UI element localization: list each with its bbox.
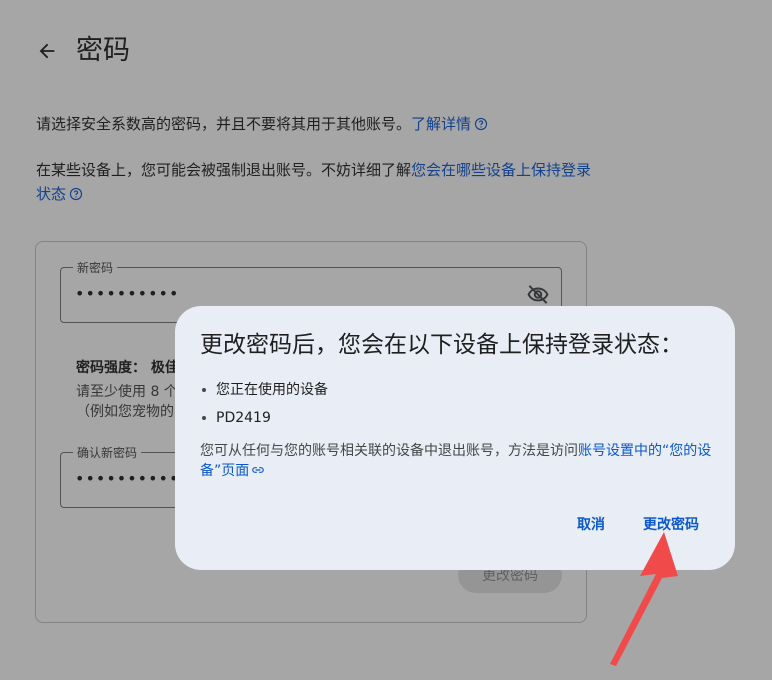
dialog-note-text: 您可从任何与您的账号相关联的设备中退出账号，方法是访问 xyxy=(200,443,578,459)
dialog-title: 更改密码后，您会在以下设备上保持登录状态： xyxy=(200,332,683,358)
external-link-icon xyxy=(252,467,265,473)
dialog-note: 您可从任何与您的账号相关联的设备中退出账号，方法是访问账号设置中的“您的设备”页… xyxy=(200,441,715,481)
device-list: 您正在使用的设备 PD2419 xyxy=(200,376,328,432)
device-list-item: PD2419 xyxy=(200,404,328,432)
device-list-item: 您正在使用的设备 xyxy=(200,376,328,404)
annotation-arrow-icon xyxy=(610,532,678,666)
